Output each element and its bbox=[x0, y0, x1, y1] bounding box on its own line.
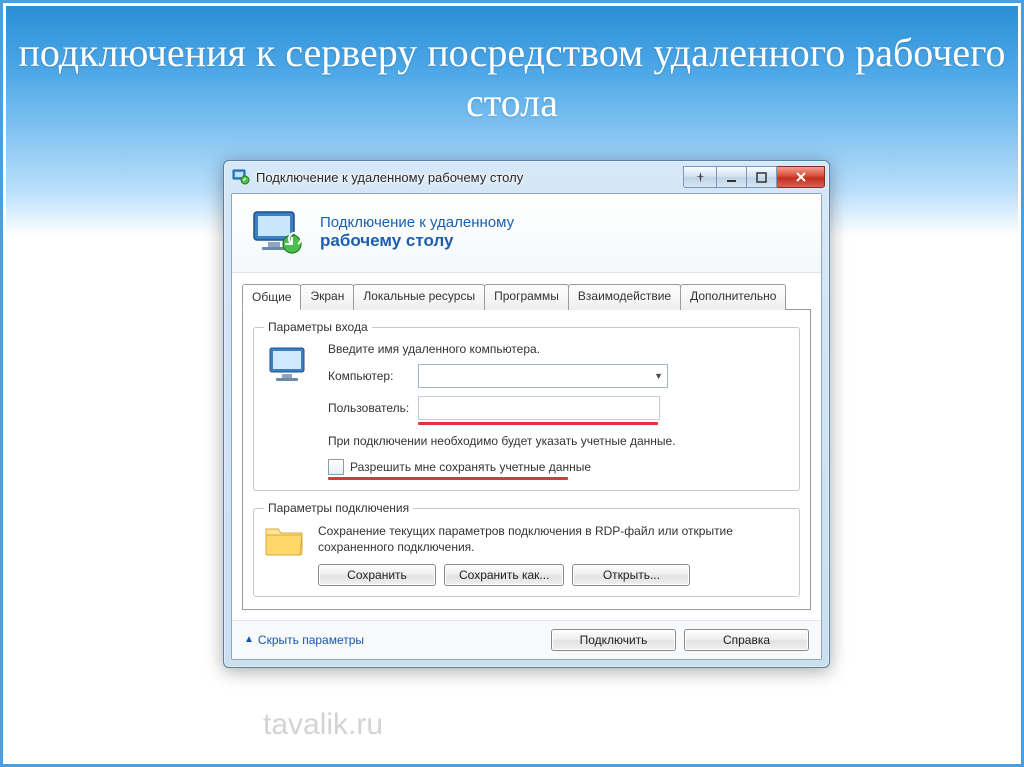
tab-local-resources[interactable]: Локальные ресурсы bbox=[353, 284, 485, 310]
close-button[interactable] bbox=[777, 166, 825, 188]
pin-button[interactable] bbox=[683, 166, 717, 188]
annotation-underline-checkbox bbox=[328, 477, 568, 480]
rdp-header-icon bbox=[250, 208, 304, 256]
folder-icon bbox=[264, 523, 304, 557]
header-band: Подключение к удаленному рабочему столу bbox=[232, 194, 821, 273]
dialog-footer: ▲ Скрыть параметры Подключить Справка bbox=[232, 620, 821, 659]
chevron-down-icon: ▼ bbox=[654, 371, 663, 381]
hide-params-link[interactable]: ▲ Скрыть параметры bbox=[244, 633, 364, 647]
connection-text: Сохранение текущих параметров подключени… bbox=[318, 523, 789, 555]
user-label: Пользователь: bbox=[328, 401, 408, 415]
tab-general[interactable]: Общие bbox=[242, 284, 301, 310]
tab-programs[interactable]: Программы bbox=[484, 284, 569, 310]
slide-frame: подключения к серверу посредством удален… bbox=[0, 0, 1024, 767]
computer-icon bbox=[264, 342, 312, 390]
help-button[interactable]: Справка bbox=[684, 629, 809, 651]
connect-button[interactable]: Подключить bbox=[551, 629, 676, 651]
credentials-note: При подключении необходимо будет указать… bbox=[328, 433, 789, 449]
login-group: Параметры входа Введите имя удаленного bbox=[253, 320, 800, 491]
user-input[interactable] bbox=[418, 396, 660, 420]
login-fields: Введите имя удаленного компьютера. Компь… bbox=[328, 342, 789, 480]
computer-label: Компьютер: bbox=[328, 369, 408, 383]
tabstrip: Общие Экран Локальные ресурсы Программы … bbox=[232, 273, 821, 309]
titlebar[interactable]: Подключение к удаленному рабочему столу bbox=[224, 161, 829, 193]
chevron-up-icon: ▲ bbox=[244, 634, 254, 645]
window-body: Подключение к удаленному рабочему столу … bbox=[231, 193, 822, 660]
tab-experience[interactable]: Взаимодействие bbox=[568, 284, 681, 310]
window-title: Подключение к удаленному рабочему столу bbox=[256, 170, 683, 185]
login-instruction: Введите имя удаленного компьютера. bbox=[328, 342, 789, 356]
header-line1: Подключение к удаленному bbox=[320, 214, 514, 231]
annotation-underline-user bbox=[418, 422, 658, 425]
rdp-window: Подключение к удаленному рабочему столу bbox=[223, 160, 830, 668]
window-controls bbox=[683, 166, 825, 188]
minimize-button[interactable] bbox=[717, 166, 747, 188]
header-text: Подключение к удаленному рабочему столу bbox=[320, 214, 514, 251]
maximize-button[interactable] bbox=[747, 166, 777, 188]
computer-combobox[interactable]: ▼ bbox=[418, 364, 668, 388]
slide-title: подключения к серверу посредством удален… bbox=[3, 28, 1021, 128]
connection-group: Параметры подключения Сохранение текущих… bbox=[253, 501, 800, 596]
watermark: tavalik.ru bbox=[263, 708, 383, 742]
connection-legend: Параметры подключения bbox=[264, 501, 413, 515]
tab-display[interactable]: Экран bbox=[300, 284, 354, 310]
save-as-button[interactable]: Сохранить как... bbox=[444, 564, 564, 586]
save-credentials-label: Разрешить мне сохранять учетные данные bbox=[350, 460, 591, 474]
save-credentials-checkbox[interactable] bbox=[328, 459, 344, 475]
save-button[interactable]: Сохранить bbox=[318, 564, 436, 586]
header-line2: рабочему столу bbox=[320, 231, 514, 251]
open-button[interactable]: Открыть... bbox=[572, 564, 690, 586]
login-legend: Параметры входа bbox=[264, 320, 372, 334]
tab-panel-general: Параметры входа Введите имя удаленного bbox=[242, 309, 811, 610]
rdp-titlebar-icon bbox=[232, 168, 250, 186]
hide-params-label: Скрыть параметры bbox=[258, 633, 364, 647]
tab-advanced[interactable]: Дополнительно bbox=[680, 284, 786, 310]
